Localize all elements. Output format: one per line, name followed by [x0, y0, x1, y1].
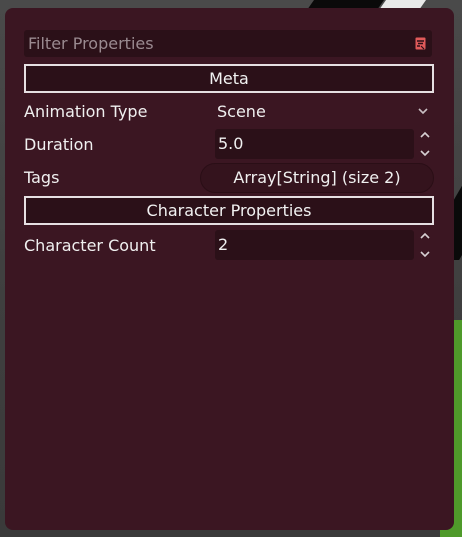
- tags-label: Tags: [24, 168, 60, 187]
- filter-field[interactable]: [24, 30, 432, 57]
- chevron-down-icon: [418, 108, 428, 115]
- duration-spinner-arrows-icon[interactable]: [418, 130, 432, 158]
- character-count-input[interactable]: 2: [215, 230, 414, 260]
- filter-icon[interactable]: [415, 37, 426, 50]
- character-properties-section-button[interactable]: Character Properties: [24, 196, 434, 225]
- character-count-label: Character Count: [24, 236, 156, 255]
- duration-input[interactable]: 5.0: [215, 129, 414, 159]
- duration-label: Duration: [24, 135, 94, 154]
- meta-section-button[interactable]: Meta: [24, 64, 434, 93]
- character-count-spinner-arrows-icon[interactable]: [418, 231, 432, 259]
- animation-type-dropdown[interactable]: Scene: [215, 98, 434, 125]
- filter-input[interactable]: [24, 30, 404, 57]
- tags-array-button[interactable]: Array[String] (size 2): [200, 163, 434, 193]
- animation-type-value: Scene: [217, 102, 266, 121]
- animation-type-label: Animation Type: [24, 102, 148, 121]
